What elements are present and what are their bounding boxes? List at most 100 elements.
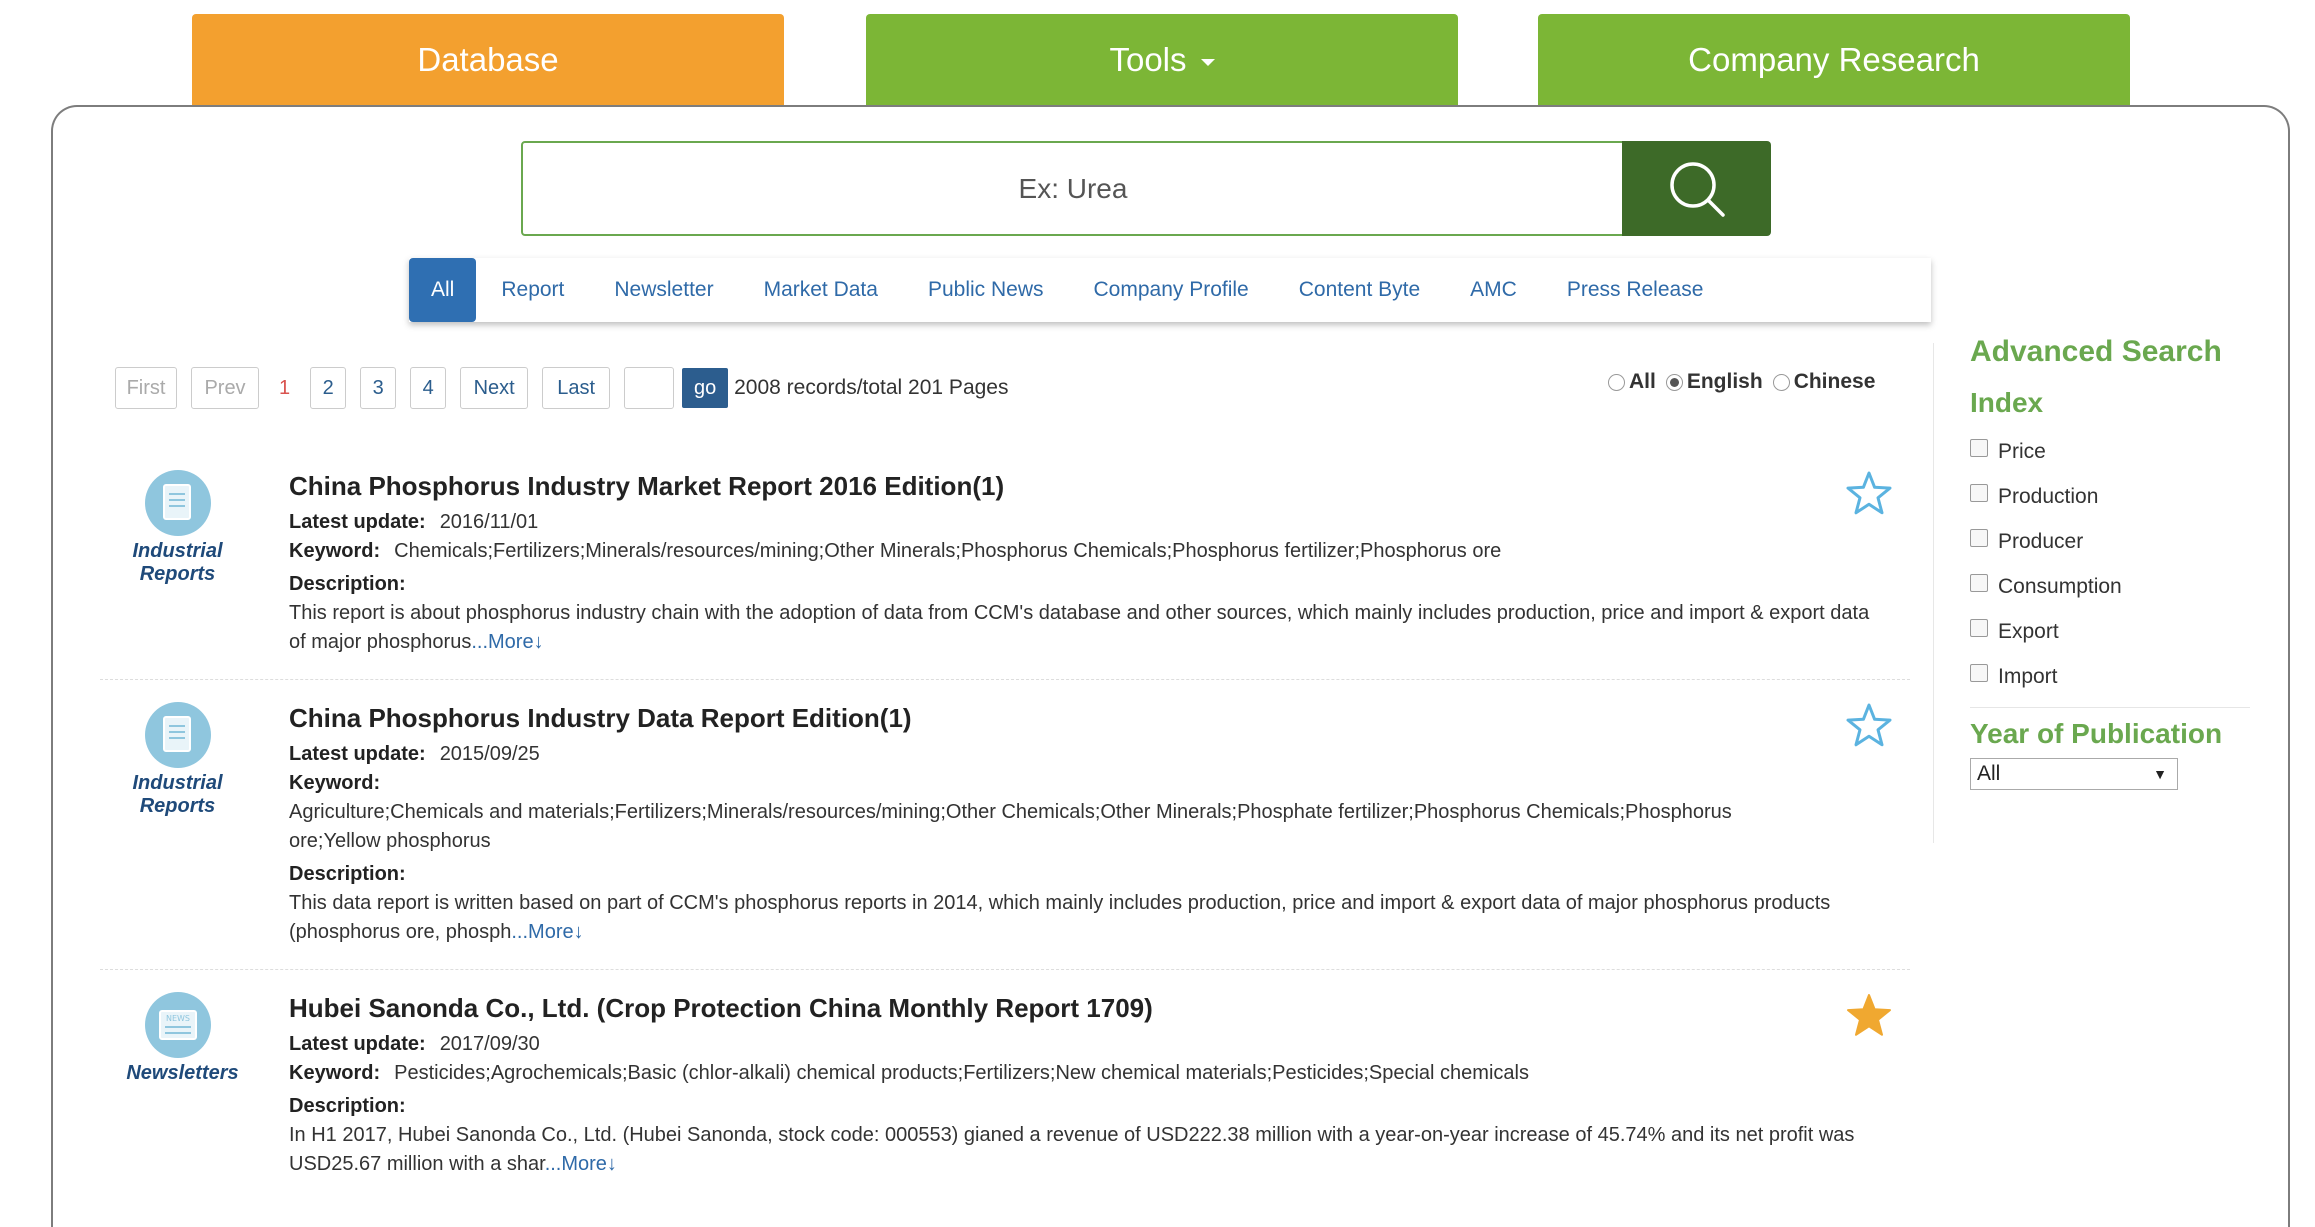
latest-update-label: Latest update:: [289, 511, 426, 533]
favorite-star-icon[interactable]: [1845, 470, 1893, 521]
category-line-2: Reports: [139, 563, 216, 585]
checkbox[interactable]: [1970, 483, 1988, 502]
page-number-input[interactable]: [624, 367, 675, 409]
top-nav: Database Tools Company Research: [0, 14, 2315, 106]
keyword-label: Keyword:: [289, 1062, 381, 1084]
description-label: Description:: [289, 1095, 406, 1117]
favorite-star-filled-icon[interactable]: [1845, 992, 1893, 1043]
next-page-button[interactable]: Next: [460, 367, 529, 409]
category-line-1: Industrial: [132, 540, 223, 562]
tab-market-data[interactable]: Market Data: [739, 258, 903, 322]
report-icon: [144, 470, 211, 536]
more-link[interactable]: ...More↓: [511, 921, 583, 943]
description-label-line: Description:: [289, 860, 1879, 889]
svg-text:NEWS: NEWS: [165, 1014, 189, 1023]
radio-english[interactable]: [1665, 373, 1683, 391]
page-2-button[interactable]: 2: [310, 367, 347, 409]
records-count: 2008 records/total 201 Pages: [734, 376, 1009, 399]
index-option-production[interactable]: Production: [1970, 474, 2250, 519]
year-select[interactable]: All ▼: [1970, 758, 2178, 790]
description-text: In H1 2017, Hubei Sanonda Co., Ltd. (Hub…: [289, 1121, 1879, 1179]
first-page-button[interactable]: First: [115, 367, 177, 409]
index-option-label: Consumption: [1998, 574, 2122, 598]
keyword-label: Keyword:: [289, 772, 381, 794]
tab-report[interactable]: Report: [476, 258, 589, 322]
category-label: Newsletters: [125, 1062, 240, 1085]
latest-update-line: Latest update: 2015/09/25: [289, 740, 1879, 769]
tab-press-release[interactable]: Press Release: [1542, 258, 1729, 322]
tab-public-news[interactable]: Public News: [903, 258, 1069, 322]
more-link[interactable]: ...More↓: [471, 631, 543, 653]
index-option-label: Import: [1998, 664, 2058, 688]
newsletter-icon: NEWS: [144, 992, 211, 1058]
more-link[interactable]: ...More↓: [545, 1153, 617, 1175]
last-page-button[interactable]: Last: [542, 367, 611, 409]
radio-all[interactable]: [1608, 373, 1625, 391]
description-text: This data report is written based on par…: [289, 889, 1879, 947]
index-option-price[interactable]: Price: [1970, 429, 2250, 474]
index-option-export[interactable]: Export: [1970, 609, 2250, 654]
category-line-1: Newsletters: [126, 1062, 239, 1084]
result-separator: [100, 679, 1910, 680]
year-of-publication-title: Year of Publication: [1970, 718, 2223, 749]
keyword-label: Keyword:: [289, 540, 381, 562]
result-body: Hubei Sanonda Co., Ltd. (Crop Protection…: [289, 992, 1879, 1179]
year-select-value: All: [1977, 762, 2001, 785]
page-3-button[interactable]: 3: [360, 367, 397, 409]
prev-page-button[interactable]: Prev: [191, 367, 259, 409]
page-4-button[interactable]: 4: [410, 367, 447, 409]
current-page: 1: [279, 376, 291, 399]
checkbox[interactable]: [1970, 618, 1988, 637]
keyword-line: Keyword: Pesticides;Agrochemicals;Basic (…: [289, 1059, 1879, 1088]
go-button[interactable]: go: [682, 368, 729, 408]
language-option-all[interactable]: All: [1608, 370, 1656, 394]
keyword-value: Pesticides;Agrochemicals;Basic (chlor-al…: [394, 1062, 1529, 1084]
report-icon: [144, 702, 211, 768]
latest-update-value: 2015/09/25: [439, 743, 540, 765]
language-option-chinese[interactable]: Chinese: [1772, 370, 1875, 394]
tab-newsletter[interactable]: Newsletter: [589, 258, 738, 322]
description-label: Description:: [289, 863, 406, 885]
index-option-label: Producer: [1998, 529, 2084, 553]
result-item: NEWS Newsletters Hubei Sanonda Co., Ltd.…: [100, 992, 1910, 1192]
description-label-line: Description:: [289, 570, 1879, 599]
index-option-import[interactable]: Import: [1970, 654, 2250, 699]
radio-chinese[interactable]: [1772, 373, 1790, 391]
index-option-producer[interactable]: Producer: [1970, 519, 2250, 564]
tab-all[interactable]: All: [409, 258, 477, 322]
latest-update-line: Latest update: 2016/11/01: [289, 508, 1879, 537]
nav-tab-database[interactable]: Database: [192, 14, 784, 106]
language-option-all-label: All: [1629, 370, 1656, 393]
checkbox[interactable]: [1970, 438, 1988, 457]
result-category: Industrial Reports: [115, 702, 240, 818]
search-box: [521, 141, 1625, 236]
tab-amc[interactable]: AMC: [1445, 258, 1542, 322]
advanced-search-title: Advanced Search: [1970, 335, 2222, 368]
result-item: Industrial Reports China Phosphorus Indu…: [100, 470, 1910, 680]
latest-update-value: 2017/09/30: [439, 1033, 540, 1055]
checkbox[interactable]: [1970, 663, 1988, 682]
tab-content-byte[interactable]: Content Byte: [1274, 258, 1445, 322]
latest-update-label: Latest update:: [289, 743, 426, 765]
language-option-english[interactable]: English: [1665, 370, 1763, 394]
search-button[interactable]: [1622, 141, 1771, 236]
index-option-label: Production: [1998, 484, 2099, 508]
keyword-value: Chemicals;Fertilizers;Minerals/resources…: [394, 540, 1502, 562]
favorite-star-icon[interactable]: [1845, 702, 1893, 753]
latest-update-value: 2016/11/01: [439, 511, 539, 533]
tab-company-profile[interactable]: Company Profile: [1069, 258, 1274, 322]
nav-tab-tools[interactable]: Tools: [866, 14, 1458, 106]
keyword-value: Agriculture;Chemicals and materials;Fert…: [289, 801, 1732, 852]
nav-tab-company-research-label: Company Research: [1688, 41, 1980, 78]
checkbox[interactable]: [1970, 573, 1988, 592]
description-label: Description:: [289, 573, 406, 595]
description-value: In H1 2017, Hubei Sanonda Co., Ltd. (Hub…: [289, 1124, 1855, 1175]
nav-tab-company-research[interactable]: Company Research: [1538, 14, 2130, 106]
result-title[interactable]: Hubei Sanonda Co., Ltd. (Crop Protection…: [289, 992, 1879, 1024]
sidebar-divider: [1933, 343, 1934, 843]
checkbox[interactable]: [1970, 528, 1988, 547]
result-title[interactable]: China Phosphorus Industry Data Report Ed…: [289, 702, 1879, 734]
result-title[interactable]: China Phosphorus Industry Market Report …: [289, 470, 1879, 502]
search-input[interactable]: [523, 142, 1623, 235]
index-option-consumption[interactable]: Consumption: [1970, 564, 2250, 609]
